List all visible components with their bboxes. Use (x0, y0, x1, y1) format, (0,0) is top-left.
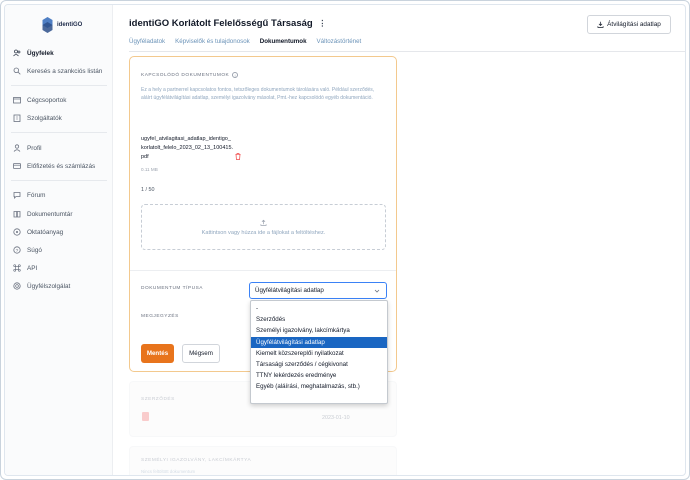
document-type-select[interactable]: Ügyfélátvilágítási adatlap (249, 282, 387, 299)
dropdown-option[interactable]: Szerződés (251, 314, 387, 325)
sidebar-item-label: Cégcsoportok (27, 96, 67, 104)
dropdown-option[interactable]: Társasági szerződés / cégkivonat (251, 359, 387, 370)
file-name-line: korlatolt_felelo_2023_02_13_100415. (141, 145, 234, 151)
upload-icon (260, 219, 267, 226)
card-icon (13, 162, 21, 170)
page-title: identiGO Korlátolt Felelősségű Társaság … (129, 18, 326, 29)
logo-hex-icon (42, 17, 53, 33)
command-icon (13, 264, 21, 272)
file-name-line: ugyfel_atvilagitasi_adatlap_identigo_ (141, 136, 231, 142)
sidebar-item-label: Fórum (27, 191, 46, 199)
svg-text:?: ? (16, 248, 19, 254)
tab-representatives[interactable]: Képviselők és tulajdonosok (175, 38, 250, 51)
sidebar-divider (11, 132, 107, 133)
dropdown-option[interactable]: Kiemelt közszereplői nyilatkozat (251, 348, 387, 359)
tab-history[interactable]: Változástörténet (317, 38, 362, 51)
tab-client-data[interactable]: Ügyféladatok (129, 38, 165, 51)
sidebar-item-kereses[interactable]: Keresés a szankciós listán (13, 64, 102, 78)
file-size: 0.11 MB (141, 167, 158, 172)
sidebar-item-sugo[interactable]: ? Súgó (13, 243, 42, 257)
users-icon (13, 49, 21, 57)
section-heading: KAPCSOLÓDÓ DOKUMENTUMOK i (141, 72, 239, 78)
sidebar-divider (11, 85, 107, 86)
sidebar-divider (11, 180, 107, 181)
logo[interactable]: identiGO (41, 13, 91, 37)
sidebar-item-label: Előfizetés és számlázás (27, 162, 96, 170)
sidebar-item-elofizetes[interactable]: Előfizetés és számlázás (13, 159, 95, 173)
note-label: MEGJEGYZÉS (141, 314, 179, 319)
delete-file-icon[interactable] (235, 153, 241, 160)
screening-form-button-label: Átvilágítási adatlap (607, 21, 661, 28)
section-description: Ez a hely a partnerrel kapcsolatos fonto… (141, 87, 375, 101)
chevron-down-icon (374, 289, 380, 293)
sidebar-item-label: Profil (27, 144, 42, 152)
sidebar-item-label: Dokumentumtár (27, 210, 73, 218)
upload-dropzone[interactable]: Kattintson vagy húzza ide a fájlokat a f… (141, 204, 386, 250)
pdf-file-icon[interactable] (142, 412, 149, 421)
logo-text: identiGO (57, 22, 83, 28)
help-icon: ? (13, 246, 21, 254)
sidebar: identiGO Ügyfelek Keresés a szankciós li… (5, 5, 113, 475)
section-title: KAPCSOLÓDÓ DOKUMENTUMOK (141, 72, 230, 78)
sidebar-item-api[interactable]: API (13, 261, 37, 275)
id-card-card-status: Nincs feltöltött dokumentum (141, 469, 196, 474)
graduation-icon (13, 228, 21, 236)
id-card-card-title: SZEMÉLYI IGAZOLVÁNY, LAKCÍMKÁRTYA (141, 458, 252, 463)
page-title-text: identiGO Korlátolt Felelősségű Társaság (129, 18, 313, 29)
main-content: identiGO Korlátolt Felelősségű Társaság … (113, 5, 685, 475)
contract-date: 2023-01-10 (322, 415, 350, 421)
app-frame: identiGO Ügyfelek Keresés a szankciós li… (0, 0, 690, 480)
chat-icon (13, 191, 21, 199)
sidebar-item-label: Keresés a szankciós listán (27, 67, 103, 75)
sidebar-item-label: Ügyfélszolgálat (27, 282, 71, 290)
tab-divider (129, 51, 685, 52)
dropdown-option[interactable]: Egyéb (aláírási, meghatalmazás, stb.) (251, 381, 387, 392)
document-type-label: DOKUMENTUM TÍPUSA (141, 286, 203, 291)
support-icon (13, 282, 21, 290)
dropdown-option[interactable]: Személyi igazolvány, lakcímkártya (251, 325, 387, 336)
sidebar-item-label: Ügyfelek (27, 49, 54, 57)
sidebar-item-ugyfelek[interactable]: Ügyfelek (13, 46, 54, 60)
search-icon (13, 67, 21, 75)
info-icon[interactable]: i (232, 72, 239, 78)
save-button[interactable]: Mentés (141, 344, 174, 363)
book-icon (13, 210, 21, 218)
dropdown-option[interactable]: - (251, 303, 387, 314)
building-icon (13, 114, 21, 122)
dropdown-option-selected[interactable]: Ügyfélátvilágítási adatlap (251, 336, 387, 348)
sidebar-item-forum[interactable]: Fórum (13, 188, 45, 202)
contract-card-title: SZERZŐDÉS (141, 397, 175, 402)
folder-icon (13, 96, 21, 104)
upload-hint: Kattintson vagy húzza ide a fájlokat a f… (201, 229, 326, 236)
sidebar-item-szolgaltatok[interactable]: Szolgáltatók (13, 111, 62, 125)
sidebar-item-label: Szolgáltatók (27, 114, 62, 122)
sidebar-item-dokumentumtar[interactable]: Dokumentumtár (13, 207, 72, 221)
sidebar-item-label: API (27, 264, 38, 272)
document-type-dropdown: - Szerződés Személyi igazolvány, lakcímk… (250, 300, 388, 404)
sidebar-item-ugyfelszolgalat[interactable]: Ügyfélszolgálat (13, 279, 70, 293)
file-count: 1 / 50 (141, 187, 155, 193)
download-icon (597, 21, 604, 28)
document-type-value: Ügyfélátvilágítási adatlap (255, 287, 324, 294)
sidebar-item-label: Súgó (27, 246, 42, 254)
user-icon (13, 144, 21, 152)
more-menu-icon[interactable]: ⋮ (318, 19, 326, 28)
card-divider (130, 270, 396, 271)
sidebar-item-cegcsoportok[interactable]: Cégcsoportok (13, 93, 66, 107)
tab-documents[interactable]: Dokumentumok (259, 38, 307, 52)
dropdown-option[interactable]: TTNY lekérdezés eredménye (251, 370, 387, 381)
sidebar-item-profil[interactable]: Profil (13, 141, 42, 155)
cancel-button[interactable]: Mégsem (182, 344, 220, 363)
tab-bar: Ügyféladatok Képviselők és tulajdonosok … (129, 38, 362, 52)
sidebar-item-label: Oktatóanyag (27, 228, 64, 236)
app-window: identiGO Ügyfelek Keresés a szankciós li… (4, 4, 686, 476)
screening-form-button[interactable]: Átvilágítási adatlap (587, 15, 671, 34)
id-card-card: SZEMÉLYI IGAZOLVÁNY, LAKCÍMKÁRTYA Nincs … (129, 446, 397, 475)
sidebar-item-oktatoanyag[interactable]: Oktatóanyag (13, 225, 63, 239)
